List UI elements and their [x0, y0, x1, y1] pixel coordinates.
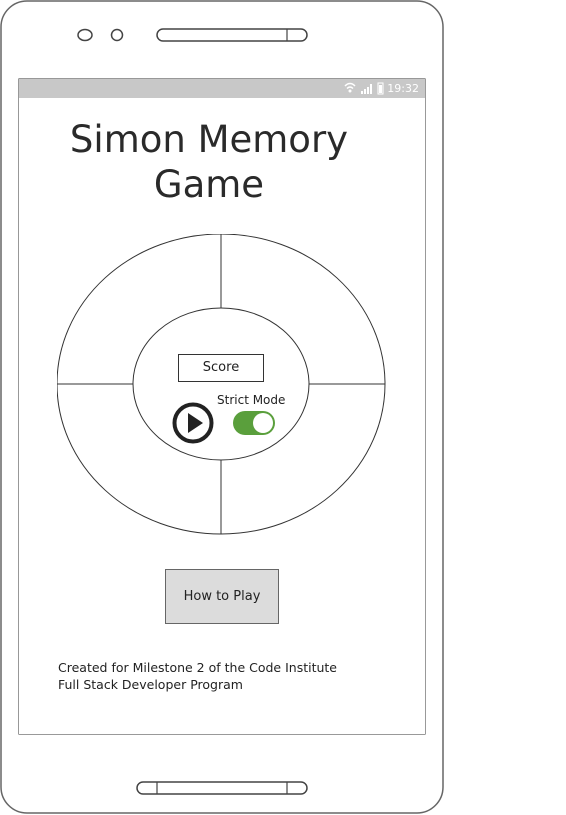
footer-line-2: Full Stack Developer Program	[58, 677, 243, 692]
how-to-play-button[interactable]: How to Play	[165, 569, 279, 624]
title-line-1: Simon Memory	[69, 118, 349, 161]
status-time: 19:32	[387, 82, 419, 95]
toggle-knob	[253, 413, 273, 433]
title-line-2: Game	[153, 163, 265, 206]
footer-line-1: Created for Milestone 2 of the Code Inst…	[58, 660, 337, 675]
page-title: Simon Memory Game	[19, 117, 399, 207]
phone-mockup: 19:32 Simon Memory Game Score Strict Mod…	[0, 0, 566, 815]
start-button[interactable]	[172, 402, 214, 444]
signal-icon	[361, 84, 372, 94]
strict-mode-label: Strict Mode	[217, 393, 286, 407]
play-icon	[172, 402, 214, 444]
simon-board	[57, 234, 387, 538]
battery-icon	[377, 82, 384, 95]
status-icons	[344, 82, 384, 95]
score-display: Score	[178, 354, 264, 382]
app-screen: 19:32 Simon Memory Game Score Strict Mod…	[19, 79, 425, 734]
footer-credits: Created for Milestone 2 of the Code Inst…	[58, 659, 398, 693]
wifi-icon	[344, 82, 356, 93]
strict-mode-toggle[interactable]	[233, 411, 275, 435]
center-panel	[132, 307, 310, 461]
status-bar: 19:32	[19, 79, 425, 98]
simon-board-svg	[57, 234, 386, 535]
